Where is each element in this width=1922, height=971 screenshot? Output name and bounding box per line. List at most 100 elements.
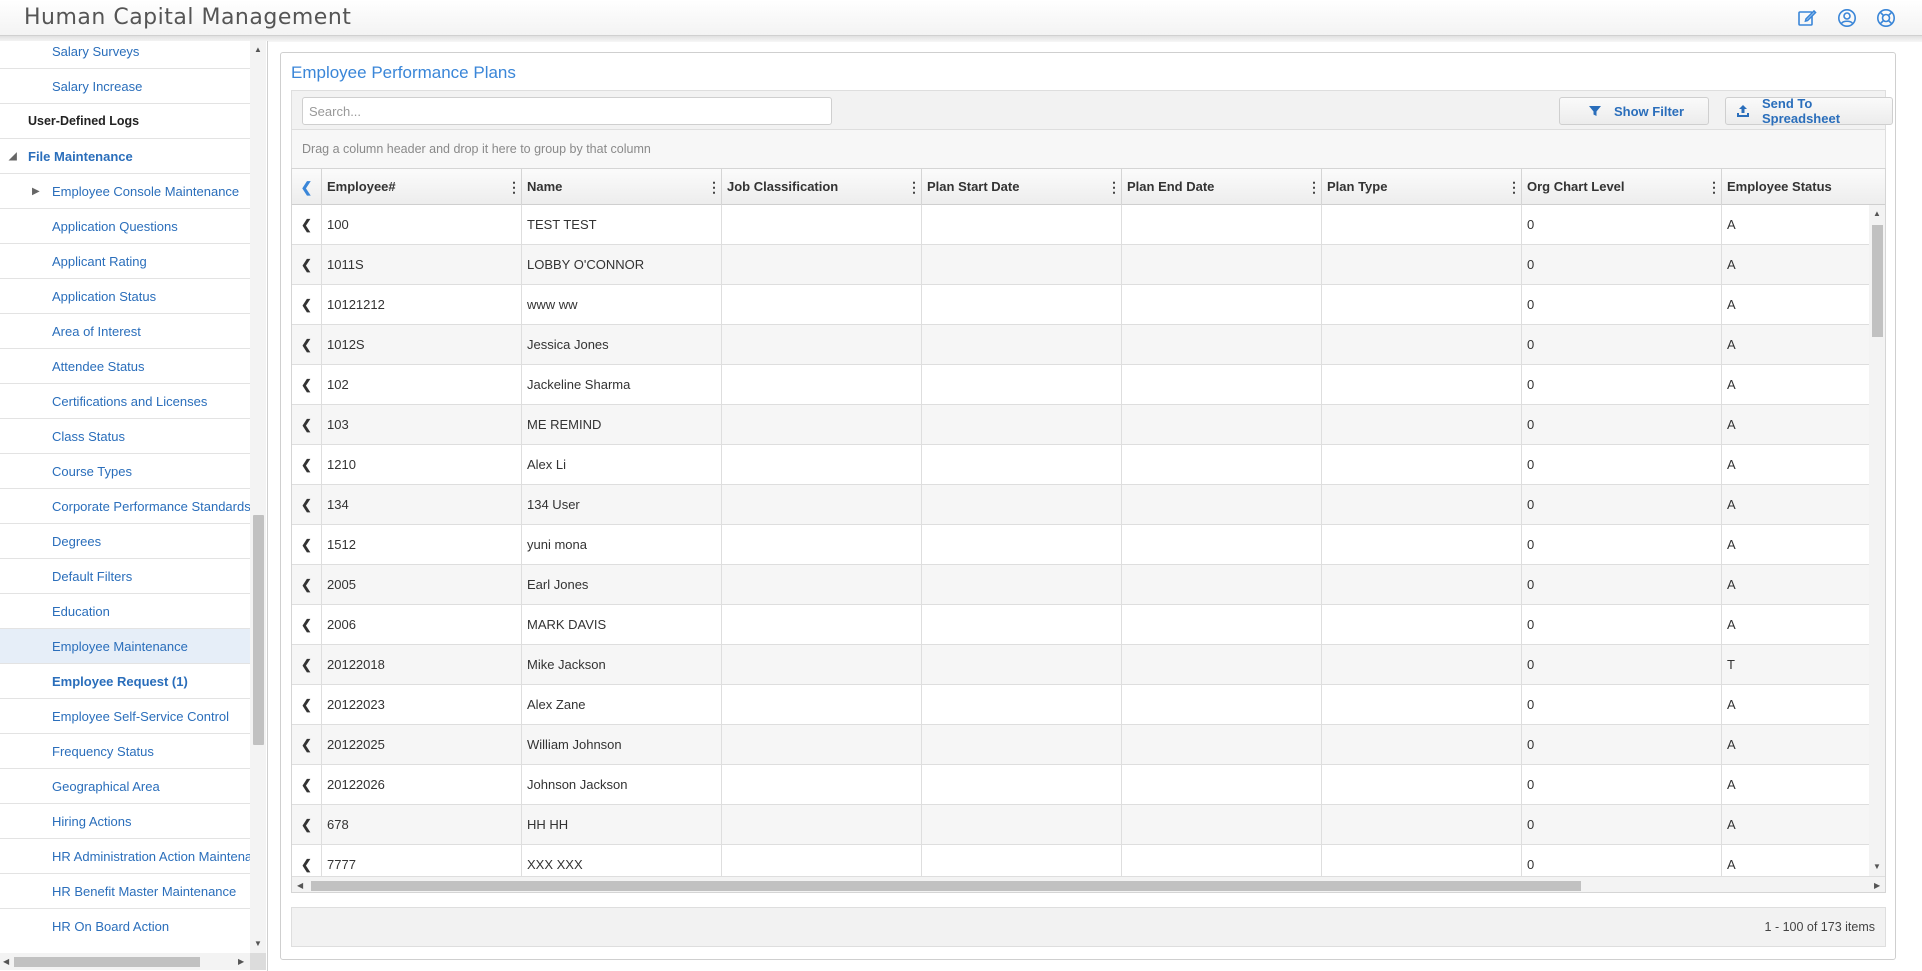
row-expand-chevron-icon[interactable]: ❮ (292, 325, 322, 365)
sidebar-item-application-questions[interactable]: Application Questions (0, 209, 250, 244)
scroll-down-arrow-icon[interactable]: ▼ (254, 939, 262, 948)
row-expand-chevron-icon[interactable]: ❮ (292, 485, 322, 525)
table-row[interactable]: ❮ 2006 MARK DAVIS 0 A (292, 605, 1885, 645)
table-row[interactable]: ❮ 1210 Alex Li 0 A (292, 445, 1885, 485)
table-row[interactable]: ❮ 102 Jackeline Sharma 0 A (292, 365, 1885, 405)
column-header-plan-type[interactable]: Plan Type ⋮ (1322, 169, 1522, 205)
table-row[interactable]: ❮ 134 134 User 0 A (292, 485, 1885, 525)
sidebar-item-employee-self-service-control[interactable]: Employee Self-Service Control (0, 699, 250, 734)
grid-horizontal-scrollbar[interactable]: ◀ ▶ (292, 876, 1885, 892)
sidebar-item-employee-request[interactable]: Employee Request (1) (0, 664, 250, 699)
column-header-employee-number[interactable]: Employee# ⋮ (322, 169, 522, 205)
column-header-plan-start-date[interactable]: Plan Start Date ⋮ (922, 169, 1122, 205)
table-row[interactable]: ❮ 20122026 Johnson Jackson 0 A (292, 765, 1885, 805)
send-to-spreadsheet-button[interactable]: Send To Spreadsheet (1725, 96, 1893, 126)
table-row[interactable]: ❮ 2005 Earl Jones 0 A (292, 565, 1885, 605)
row-expand-chevron-icon[interactable]: ❮ (292, 645, 322, 685)
scroll-up-arrow-icon[interactable]: ▲ (1873, 209, 1881, 218)
row-expand-chevron-icon[interactable]: ❮ (292, 445, 322, 485)
sidebar-horizontal-scrollbar[interactable]: ◀ ▶ (0, 953, 250, 970)
row-expand-chevron-icon[interactable]: ❮ (292, 245, 322, 285)
row-expand-chevron-icon[interactable]: ❮ (292, 805, 322, 845)
table-row[interactable]: ❮ 20122025 William Johnson 0 A (292, 725, 1885, 765)
sidebar-item-employee-maintenance[interactable]: Employee Maintenance (0, 629, 250, 664)
sidebar-item-corporate-performance-standards[interactable]: Corporate Performance Standards (0, 489, 250, 524)
sidebar-item-application-status[interactable]: Application Status (0, 279, 250, 314)
search-input[interactable] (302, 97, 832, 125)
scroll-left-arrow-icon[interactable]: ◀ (297, 881, 303, 890)
column-header-org-chart-level[interactable]: Org Chart Level ⋮ (1522, 169, 1722, 205)
row-expand-chevron-icon[interactable]: ❮ (292, 605, 322, 645)
table-row[interactable]: ❮ 1512 yuni mona 0 A (292, 525, 1885, 565)
row-expand-chevron-icon[interactable]: ❮ (292, 845, 322, 876)
sidebar-item-employee-console-maintenance[interactable]: ▶ Employee Console Maintenance (0, 174, 250, 209)
sidebar-item-hr-administration-action-maintenance[interactable]: HR Administration Action Maintenance (0, 839, 250, 874)
sidebar-item-course-types[interactable]: Course Types (0, 454, 250, 489)
sidebar-item-default-filters[interactable]: Default Filters (0, 559, 250, 594)
group-by-drop-area[interactable]: Drag a column header and drop it here to… (291, 130, 1886, 168)
row-expand-chevron-icon[interactable]: ❮ (292, 285, 322, 325)
column-menu-icon[interactable]: ⋮ (1307, 169, 1321, 205)
scroll-up-arrow-icon[interactable]: ▲ (254, 45, 262, 54)
column-header-job-classification[interactable]: Job Classification ⋮ (722, 169, 922, 205)
sidebar-item-salary-surveys[interactable]: Salary Surveys (0, 41, 250, 69)
sidebar-item-degrees[interactable]: Degrees (0, 524, 250, 559)
row-expand-chevron-icon[interactable]: ❮ (292, 525, 322, 565)
row-expand-chevron-icon[interactable]: ❮ (292, 205, 322, 245)
sidebar-item-applicant-rating[interactable]: Applicant Rating (0, 244, 250, 279)
column-menu-icon[interactable]: ⋮ (507, 169, 521, 205)
collapse-all-chevron-icon[interactable]: ❮ (292, 169, 322, 205)
scroll-down-arrow-icon[interactable]: ▼ (1873, 862, 1881, 871)
scroll-right-arrow-icon[interactable]: ▶ (238, 957, 244, 966)
sidebar-vertical-scrollbar[interactable]: ▲ ▼ (250, 41, 266, 953)
column-menu-icon[interactable]: ⋮ (1107, 169, 1121, 205)
row-expand-chevron-icon[interactable]: ❮ (292, 725, 322, 765)
grid-vertical-scrollbar[interactable]: ▲ ▼ (1869, 205, 1885, 876)
table-row[interactable]: ❮ 20122023 Alex Zane 0 A (292, 685, 1885, 725)
column-menu-icon[interactable]: ⋮ (1707, 169, 1721, 205)
scroll-left-arrow-icon[interactable]: ◀ (3, 957, 9, 966)
sidebar-item-attendee-status[interactable]: Attendee Status (0, 349, 250, 384)
table-row[interactable]: ❮ 103 ME REMIND 0 A (292, 405, 1885, 445)
row-expand-chevron-icon[interactable]: ❮ (292, 565, 322, 605)
grid-vertical-scroll-thumb[interactable] (1872, 225, 1883, 337)
column-menu-icon[interactable]: ⋮ (907, 169, 921, 205)
row-expand-chevron-icon[interactable]: ❮ (292, 365, 322, 405)
grid-horizontal-scroll-thumb[interactable] (311, 881, 1581, 891)
scroll-right-arrow-icon[interactable]: ▶ (1874, 881, 1880, 890)
table-row[interactable]: ❮ 20122018 Mike Jackson 0 T (292, 645, 1885, 685)
column-header-employee-status[interactable]: Employee Status (1722, 169, 1885, 205)
sidebar-item-geographical-area[interactable]: Geographical Area (0, 769, 250, 804)
table-row[interactable]: ❮ 1012S Jessica Jones 0 A (292, 325, 1885, 365)
expanded-triangle-icon[interactable]: ◢ (9, 151, 17, 162)
sidebar-item-frequency-status[interactable]: Frequency Status (0, 734, 250, 769)
collapsed-triangle-icon[interactable]: ▶ (32, 186, 40, 197)
table-row[interactable]: ❮ 10121212 www ww 0 A (292, 285, 1885, 325)
column-menu-icon[interactable]: ⋮ (707, 169, 721, 205)
table-row[interactable]: ❮ 678 HH HH 0 A (292, 805, 1885, 845)
sidebar-item-area-of-interest[interactable]: Area of Interest (0, 314, 250, 349)
sidebar-horizontal-scroll-thumb[interactable] (14, 957, 200, 967)
sidebar-item-hr-on-board-action[interactable]: HR On Board Action (0, 909, 250, 939)
show-filter-button[interactable]: Show Filter (1559, 97, 1709, 125)
user-icon[interactable] (1837, 8, 1857, 28)
sidebar-item-class-status[interactable]: Class Status (0, 419, 250, 454)
row-expand-chevron-icon[interactable]: ❮ (292, 685, 322, 725)
help-icon[interactable] (1876, 8, 1896, 28)
table-row[interactable]: ❮ 100 TEST TEST 0 A (292, 205, 1885, 245)
row-expand-chevron-icon[interactable]: ❮ (292, 405, 322, 445)
sidebar-item-certifications-and-licenses[interactable]: Certifications and Licenses (0, 384, 250, 419)
table-row[interactable]: ❮ 7777 XXX XXX 0 A (292, 845, 1885, 876)
column-header-name[interactable]: Name ⋮ (522, 169, 722, 205)
edit-icon[interactable] (1797, 8, 1817, 28)
column-menu-icon[interactable]: ⋮ (1507, 169, 1521, 205)
table-row[interactable]: ❮ 1011S LOBBY O'CONNOR 0 A (292, 245, 1885, 285)
sidebar-item-salary-increase[interactable]: Salary Increase (0, 69, 250, 104)
sidebar-item-hr-benefit-master-maintenance[interactable]: HR Benefit Master Maintenance (0, 874, 250, 909)
sidebar-item-file-maintenance[interactable]: ◢ File Maintenance (0, 139, 250, 174)
row-expand-chevron-icon[interactable]: ❮ (292, 765, 322, 805)
sidebar-vertical-scroll-thumb[interactable] (253, 515, 264, 745)
sidebar-item-education[interactable]: Education (0, 594, 250, 629)
sidebar-item-user-defined-logs[interactable]: User-Defined Logs (0, 104, 250, 139)
sidebar-item-hiring-actions[interactable]: Hiring Actions (0, 804, 250, 839)
